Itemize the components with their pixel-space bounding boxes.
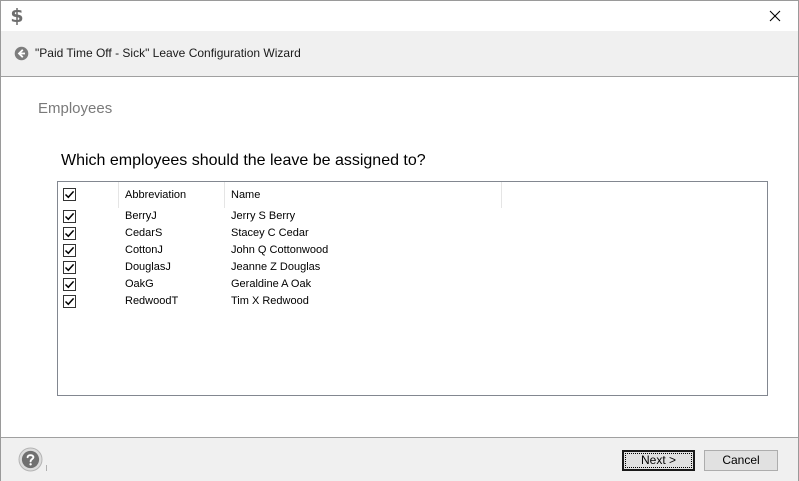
cell-abbreviation: OakG bbox=[125, 278, 154, 290]
table-row[interactable]: CottonJ John Q Cottonwood bbox=[58, 242, 767, 259]
close-button[interactable] bbox=[752, 1, 798, 31]
cancel-button[interactable]: Cancel bbox=[704, 450, 778, 471]
checkmark-icon bbox=[64, 297, 75, 306]
focus-rectangle bbox=[625, 453, 692, 468]
row-checkbox[interactable] bbox=[63, 227, 76, 240]
column-separator[interactable] bbox=[224, 182, 225, 208]
help-icon[interactable] bbox=[18, 447, 43, 472]
row-checkbox[interactable] bbox=[63, 261, 76, 274]
checkmark-icon bbox=[64, 263, 75, 272]
cell-name: John Q Cottonwood bbox=[231, 244, 329, 256]
next-button[interactable]: Next > bbox=[622, 450, 695, 471]
table-row[interactable]: RedwoodT Tim X Redwood bbox=[58, 293, 767, 310]
cell-name: Jeanne Z Douglas bbox=[231, 261, 321, 273]
cell-name: Stacey C Cedar bbox=[231, 227, 309, 239]
page-title: Employees bbox=[38, 100, 113, 117]
cancel-button-label: Cancel bbox=[722, 453, 760, 467]
row-checkbox[interactable] bbox=[63, 295, 76, 308]
cell-name: Tim X Redwood bbox=[231, 295, 309, 307]
wizard-title: "Paid Time Off - Sick" Leave Configurati… bbox=[35, 46, 301, 60]
title-bar: $ bbox=[1, 1, 798, 31]
column-header-name[interactable]: Name bbox=[231, 189, 260, 202]
checkmark-icon bbox=[64, 229, 75, 238]
checkmark-icon bbox=[64, 246, 75, 255]
divider bbox=[46, 465, 47, 471]
question-label: Which employees should the leave be assi… bbox=[61, 152, 426, 169]
checkmark-icon bbox=[64, 280, 75, 289]
checkmark-icon bbox=[64, 212, 75, 221]
column-header-abbreviation[interactable]: Abbreviation bbox=[125, 189, 186, 202]
row-checkbox[interactable] bbox=[63, 278, 76, 291]
cell-abbreviation: RedwoodT bbox=[125, 295, 179, 307]
select-all-checkbox[interactable] bbox=[63, 188, 76, 201]
cell-abbreviation: BerryJ bbox=[125, 210, 157, 222]
table-row[interactable]: BerryJ Jerry S Berry bbox=[58, 208, 767, 225]
wizard-window: $ "Paid Time Off - Sick" Leave Configura… bbox=[0, 0, 799, 481]
table-row[interactable]: OakG Geraldine A Oak bbox=[58, 276, 767, 293]
wizard-footer: Next > Cancel bbox=[1, 437, 798, 481]
list-header: Abbreviation Name bbox=[58, 182, 767, 208]
cell-name: Jerry S Berry bbox=[231, 210, 296, 222]
column-separator[interactable] bbox=[118, 182, 119, 208]
row-checkbox[interactable] bbox=[63, 210, 76, 223]
column-separator[interactable] bbox=[501, 182, 502, 208]
cell-abbreviation: DouglasJ bbox=[125, 261, 171, 273]
employee-list[interactable]: Abbreviation Name BerryJ Jerry S Berry Ced… bbox=[57, 181, 768, 396]
close-icon bbox=[769, 10, 781, 22]
wizard-header: "Paid Time Off - Sick" Leave Configurati… bbox=[1, 31, 798, 77]
dollar-icon: $ bbox=[10, 5, 24, 27]
table-row[interactable]: DouglasJ Jeanne Z Douglas bbox=[58, 259, 767, 276]
back-arrow-icon[interactable] bbox=[14, 46, 29, 61]
row-checkbox[interactable] bbox=[63, 244, 76, 257]
cell-abbreviation: CedarS bbox=[125, 227, 163, 239]
checkmark-icon bbox=[64, 190, 75, 199]
cell-name: Geraldine A Oak bbox=[231, 278, 312, 290]
table-row[interactable]: CedarS Stacey C Cedar bbox=[58, 225, 767, 242]
cell-abbreviation: CottonJ bbox=[125, 244, 163, 256]
